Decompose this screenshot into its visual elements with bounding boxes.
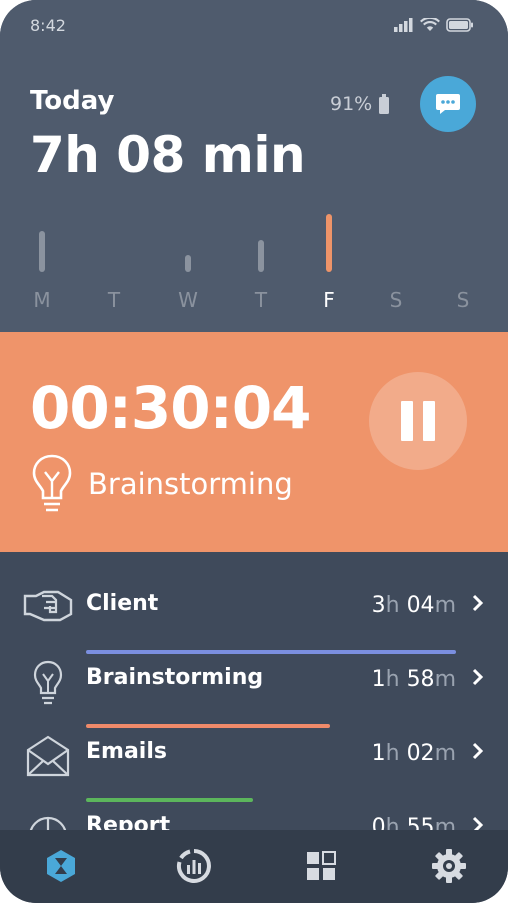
activity-row[interactable]: Emails 1h 02m [0, 726, 508, 802]
handshake-icon [22, 586, 74, 634]
timer-value: 00:30:04 [30, 374, 312, 442]
pause-icon [401, 401, 413, 441]
chevron-right-icon[interactable] [472, 668, 484, 690]
chat-icon [436, 94, 460, 114]
duration-minutes: 58 [406, 667, 435, 692]
stats-icon [176, 849, 211, 883]
week-chart: MTWTFSS [0, 200, 508, 320]
duration-hours-unit: h [385, 741, 400, 766]
wifi-icon [420, 18, 440, 31]
chevron-right-icon[interactable] [472, 594, 484, 616]
status-icons [394, 18, 474, 32]
envelope-icon [22, 734, 74, 782]
activity-name: Emails [86, 739, 167, 764]
pie-chart-icon [22, 808, 74, 830]
today-total: 7h 08 min [30, 126, 306, 184]
nav-timer[interactable] [41, 846, 81, 886]
header: 8:42 Today 7h 08 min 91% M T W T F S S [0, 0, 508, 332]
hourglass-icon [47, 850, 75, 882]
day-letter: S [456, 288, 470, 312]
day-bar [258, 240, 264, 272]
activity-row[interactable]: Client 3h 04m [0, 578, 508, 654]
day-bar [39, 231, 45, 272]
duration-minutes: 04 [406, 593, 435, 618]
active-timer[interactable]: 00:30:04 Brainstorming [0, 332, 508, 552]
day-letter: F [323, 288, 335, 312]
duration-minutes-unit: m [434, 667, 456, 692]
day-letter: T [254, 288, 268, 312]
status-time: 8:42 [30, 16, 66, 35]
duration-minutes-unit: m [434, 741, 456, 766]
lightbulb-icon [22, 660, 74, 708]
nav-grid[interactable] [301, 846, 341, 886]
activity-row[interactable]: Brainstorming 1h 58m [0, 652, 508, 728]
day-column[interactable]: W [173, 200, 203, 312]
chevron-right-icon[interactable] [472, 742, 484, 764]
day-column[interactable]: T [99, 200, 129, 312]
activity-name: Report [86, 813, 171, 830]
duration-hours-unit: h [385, 667, 400, 692]
today-label: Today [30, 86, 115, 116]
battery-icon [379, 94, 390, 114]
day-letter: S [389, 288, 403, 312]
activity-name: Client [86, 591, 159, 616]
lightbulb-icon [32, 454, 72, 512]
gear-icon [432, 849, 466, 883]
day-column[interactable]: M [27, 200, 57, 312]
duration-minutes-unit: m [434, 593, 456, 618]
day-letter: T [107, 288, 121, 312]
day-column[interactable]: S [381, 200, 411, 312]
nav-settings[interactable] [429, 846, 469, 886]
day-column[interactable]: F [314, 200, 344, 312]
day-letter: M [33, 288, 51, 312]
status-bar: 8:42 [30, 16, 474, 38]
duration-minutes-unit: m [434, 815, 456, 830]
activity-duration: 3h 04m [372, 593, 456, 618]
phone-screen: 8:42 Today 7h 08 min 91% M T W T F S S 0… [0, 0, 508, 903]
pause-button[interactable] [369, 372, 467, 470]
duration-minutes: 02 [406, 741, 435, 766]
day-letter: W [178, 288, 198, 312]
day-column[interactable]: S [448, 200, 478, 312]
activity-row[interactable]: Report 0h 55m [0, 800, 508, 830]
signal-icon [394, 18, 413, 32]
duration-hours: 1 [371, 741, 386, 766]
nav-stats[interactable] [174, 846, 214, 886]
activity-duration: 0h 55m [372, 815, 456, 830]
activity-list: Client 3h 04m Brainstorming 1h 58m Emails 1h … [0, 552, 508, 830]
duration-hours-unit: h [385, 815, 400, 830]
duration-minutes: 55 [406, 815, 435, 830]
chevron-right-icon[interactable] [472, 816, 484, 830]
duration-hours: 0 [371, 815, 386, 830]
duration-hours: 3 [371, 593, 386, 618]
activity-name: Brainstorming [86, 665, 264, 690]
day-column[interactable]: T [246, 200, 276, 312]
activity-duration: 1h 02m [372, 741, 456, 766]
battery-status-icon [446, 18, 473, 32]
bottom-nav [0, 830, 508, 903]
day-bar [185, 255, 191, 272]
battery-indicator: 91% [330, 93, 390, 115]
duration-hours: 1 [371, 667, 386, 692]
day-bar [326, 214, 332, 272]
grid-icon [307, 851, 336, 880]
battery-percent: 91% [330, 93, 373, 115]
timer-activity: Brainstorming [88, 467, 293, 501]
activity-duration: 1h 58m [372, 667, 456, 692]
duration-hours-unit: h [385, 593, 400, 618]
pause-icon [423, 401, 435, 441]
chat-button[interactable] [420, 76, 476, 132]
